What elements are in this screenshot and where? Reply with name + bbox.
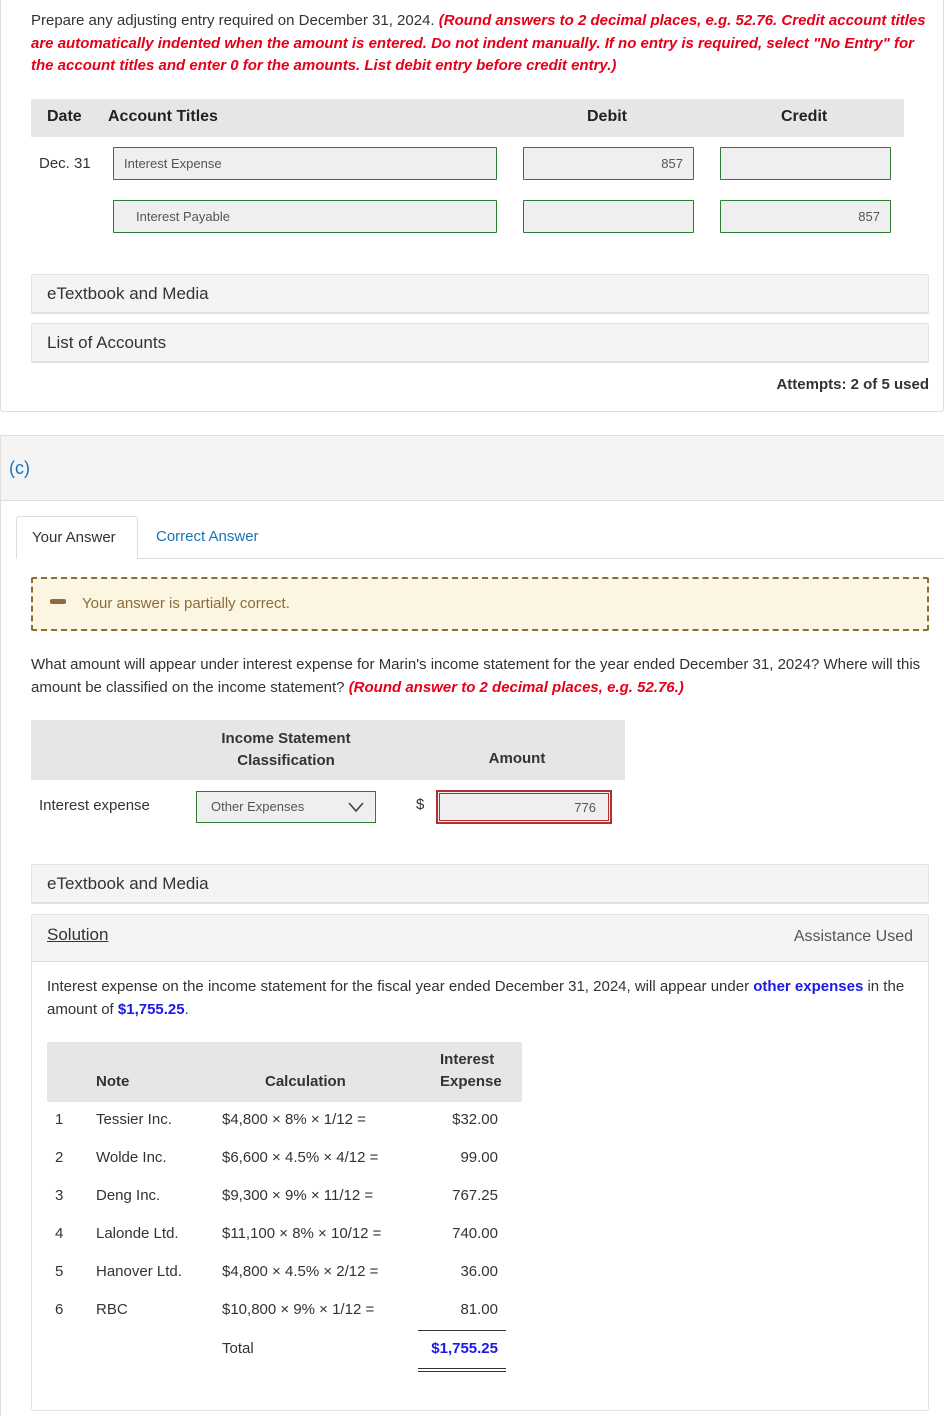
note-name: Wolde Inc. [96,1149,167,1166]
note-calculation: $10,800 × 9% × 1/12 = [222,1301,375,1318]
total-underline [418,1330,506,1331]
etextbook-media-toggle-c[interactable]: eTextbook and Media [31,864,929,904]
table-row: 3 Deng Inc. $9,300 × 9% × 11/12 = 767.25 [47,1187,522,1209]
note-calculation: $4,800 × 4.5% × 2/12 = [222,1263,379,1280]
table-row: 1 Tessier Inc. $4,800 × 8% × 1/12 = $32.00 [47,1111,522,1133]
solution-highlight-classification: other expenses [753,978,864,995]
solution-toggle[interactable]: Solution [47,925,108,945]
income-statement-table-header: Income Statement Classification Amount [31,720,625,780]
classification-select[interactable]: Other Expenses [196,791,376,823]
debit-input-2[interactable] [523,200,694,233]
solution-highlight-amount: $1,755.25 [117,1000,185,1018]
note-name: Deng Inc. [96,1187,161,1204]
question-rounding-note: (Round answer to 2 decimal places, e.g. … [348,679,684,696]
table-row: 4 Lalonde Ltd. $11,100 × 8% × 10/12 = 740.0… [47,1225,522,1247]
header-classification: Income Statement Classification [221,730,351,769]
account-title-input-1[interactable]: Interest Expense [113,147,497,180]
currency-symbol: $ [416,796,425,813]
total-label: Total [222,1340,254,1357]
note-calculation: $11,100 × 8% × 10/12 = [222,1225,382,1242]
tab-divider [16,558,944,559]
amount-input[interactable]: 776 [436,790,612,824]
note-interest-amount: 36.00 [460,1263,498,1280]
section-c-label: (c) [9,458,30,478]
partial-status-icon [50,599,66,604]
solution-text: Interest expense on the income statement… [47,976,917,1021]
note-interest-amount: 99.00 [460,1149,498,1166]
entry-date: Dec. 31 [39,155,91,172]
table-row: 5 Hanover Ltd. $4,800 × 4.5% × 2/12 = 36.00 [47,1263,522,1285]
note-number: 4 [55,1225,64,1242]
credit-input-1[interactable] [720,147,891,180]
header-calculation: Calculation [265,1073,346,1090]
note-interest-amount: 740.00 [452,1225,498,1242]
etextbook-media-toggle[interactable]: eTextbook and Media [31,274,929,314]
note-number: 3 [55,1187,64,1204]
solution-header: Solution Assistance Used [31,914,929,962]
note-calculation: $9,300 × 9% × 11/12 = [222,1187,374,1204]
instructions: Prepare any adjusting entry required on … [31,10,931,78]
partial-correct-alert: Your answer is partially correct. [31,577,929,631]
header-debit: Debit [587,108,627,125]
table-row: 2 Wolde Inc. $6,600 × 4.5% × 4/12 = 99.00 [47,1149,522,1171]
amount-input-value: 776 [439,793,609,821]
note-name: Hanover Ltd. [96,1263,182,1280]
note-number: 1 [55,1111,64,1128]
classification-selected-value: Other Expenses [211,799,305,814]
attempts-counter: Attempts: 2 of 5 used [776,376,929,393]
note-name: RBC [96,1301,128,1318]
note-name: Lalonde Ltd. [96,1225,179,1242]
chevron-down-icon [348,802,364,813]
tab-correct-answer[interactable]: Correct Answer [156,528,259,545]
table-row: 6 RBC $10,800 × 9% × 1/12 = 81.00 [47,1301,522,1323]
instruction-text: Prepare any adjusting entry required on … [31,12,435,29]
notes-table-header: Note Calculation Interest Expense [47,1042,522,1102]
note-number: 6 [55,1301,64,1318]
note-interest-amount: 81.00 [460,1301,498,1318]
assistance-used-label: Assistance Used [793,928,913,945]
interest-expense-row-label: Interest expense [39,797,150,814]
section-c-header: (c) [0,435,944,501]
question-c: What amount will appear under interest e… [31,653,921,699]
partial-status-message: Your answer is partially correct. [82,595,290,612]
tab-your-answer[interactable]: Your Answer [16,516,138,559]
total-row: Total $1,755.25 [47,1340,522,1362]
note-calculation: $4,800 × 8% × 1/12 = [222,1111,366,1128]
credit-input-2[interactable]: 857 [720,200,891,233]
header-credit: Credit [781,108,828,125]
header-note: Note [96,1073,130,1090]
journal-table-header: Date Account Titles Debit Credit [31,99,904,137]
note-calculation: $6,600 × 4.5% × 4/12 = [222,1149,379,1166]
note-interest-amount: $32.00 [452,1111,498,1128]
debit-input-1[interactable]: 857 [523,147,694,180]
solution-text-part: . [184,1000,189,1018]
account-title-input-2[interactable]: Interest Payable [113,200,497,233]
note-name: Tessier Inc. [96,1111,172,1128]
header-interest-line1: Interest [440,1051,495,1068]
note-interest-amount: 767.25 [452,1187,498,1204]
note-number: 5 [55,1263,64,1280]
header-amount: Amount [488,750,546,767]
total-amount: $1,755.25 [431,1340,498,1357]
header-interest-line2: Expense [440,1073,502,1090]
list-of-accounts-toggle[interactable]: List of Accounts [31,323,929,363]
solution-text-part: Interest expense on the income statement… [47,978,754,995]
header-account-titles: Account Titles [108,108,218,125]
total-double-underline [418,1368,506,1372]
note-number: 2 [55,1149,64,1166]
header-date: Date [47,108,82,125]
